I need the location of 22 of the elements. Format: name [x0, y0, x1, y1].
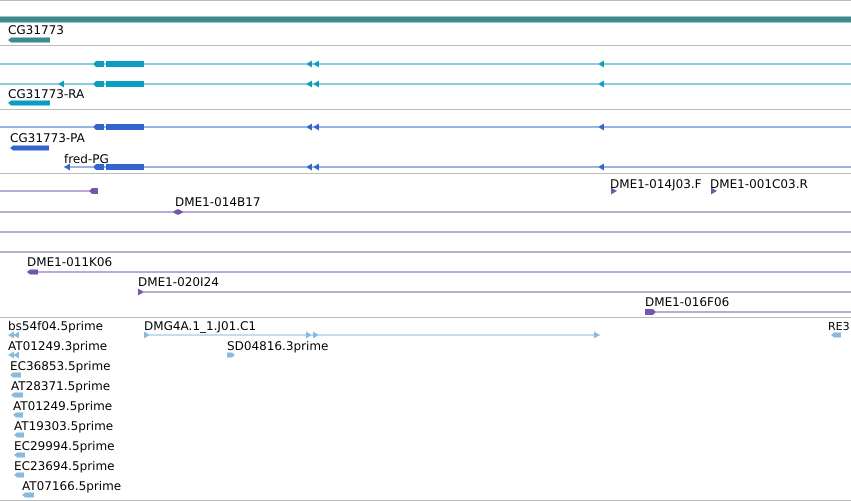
feature-label: CG31773-PA	[10, 131, 85, 145]
feature-label: DME1-011K06	[27, 255, 112, 269]
feature-label: DME1-014J03.F	[610, 177, 702, 191]
feature-label: fred-PG	[64, 152, 109, 166]
feature-label: DMG4A.1_1.J01.C1	[144, 319, 256, 333]
feature-label: DME1-014B17	[175, 195, 261, 209]
feature-label: DME1-016F06	[645, 295, 730, 309]
feature-label: CG31773-RA	[8, 87, 84, 101]
feature-label: AT19303.5prime	[14, 419, 114, 433]
feature-label: bs54f04.5prime	[8, 319, 104, 333]
feature-label: AT28371.5prime	[11, 379, 110, 393]
feature-label: EC36853.5prime	[10, 359, 111, 373]
feature-label: EC23694.5prime	[14, 459, 115, 473]
feature-label: DME1-020I24	[138, 275, 219, 289]
feature-label: SD04816.3prime	[227, 339, 328, 353]
feature-label: CG31773	[8, 23, 64, 37]
feature-label: AT01249.5prime	[13, 399, 112, 413]
feature-label: AT01249.3prime	[8, 339, 108, 353]
feature-label: AT07166.5prime	[22, 479, 122, 493]
feature-label: DME1-001C03.R	[710, 177, 808, 191]
feature-label: EC29994.5prime	[14, 439, 115, 453]
feature-label: RE3	[828, 320, 850, 333]
